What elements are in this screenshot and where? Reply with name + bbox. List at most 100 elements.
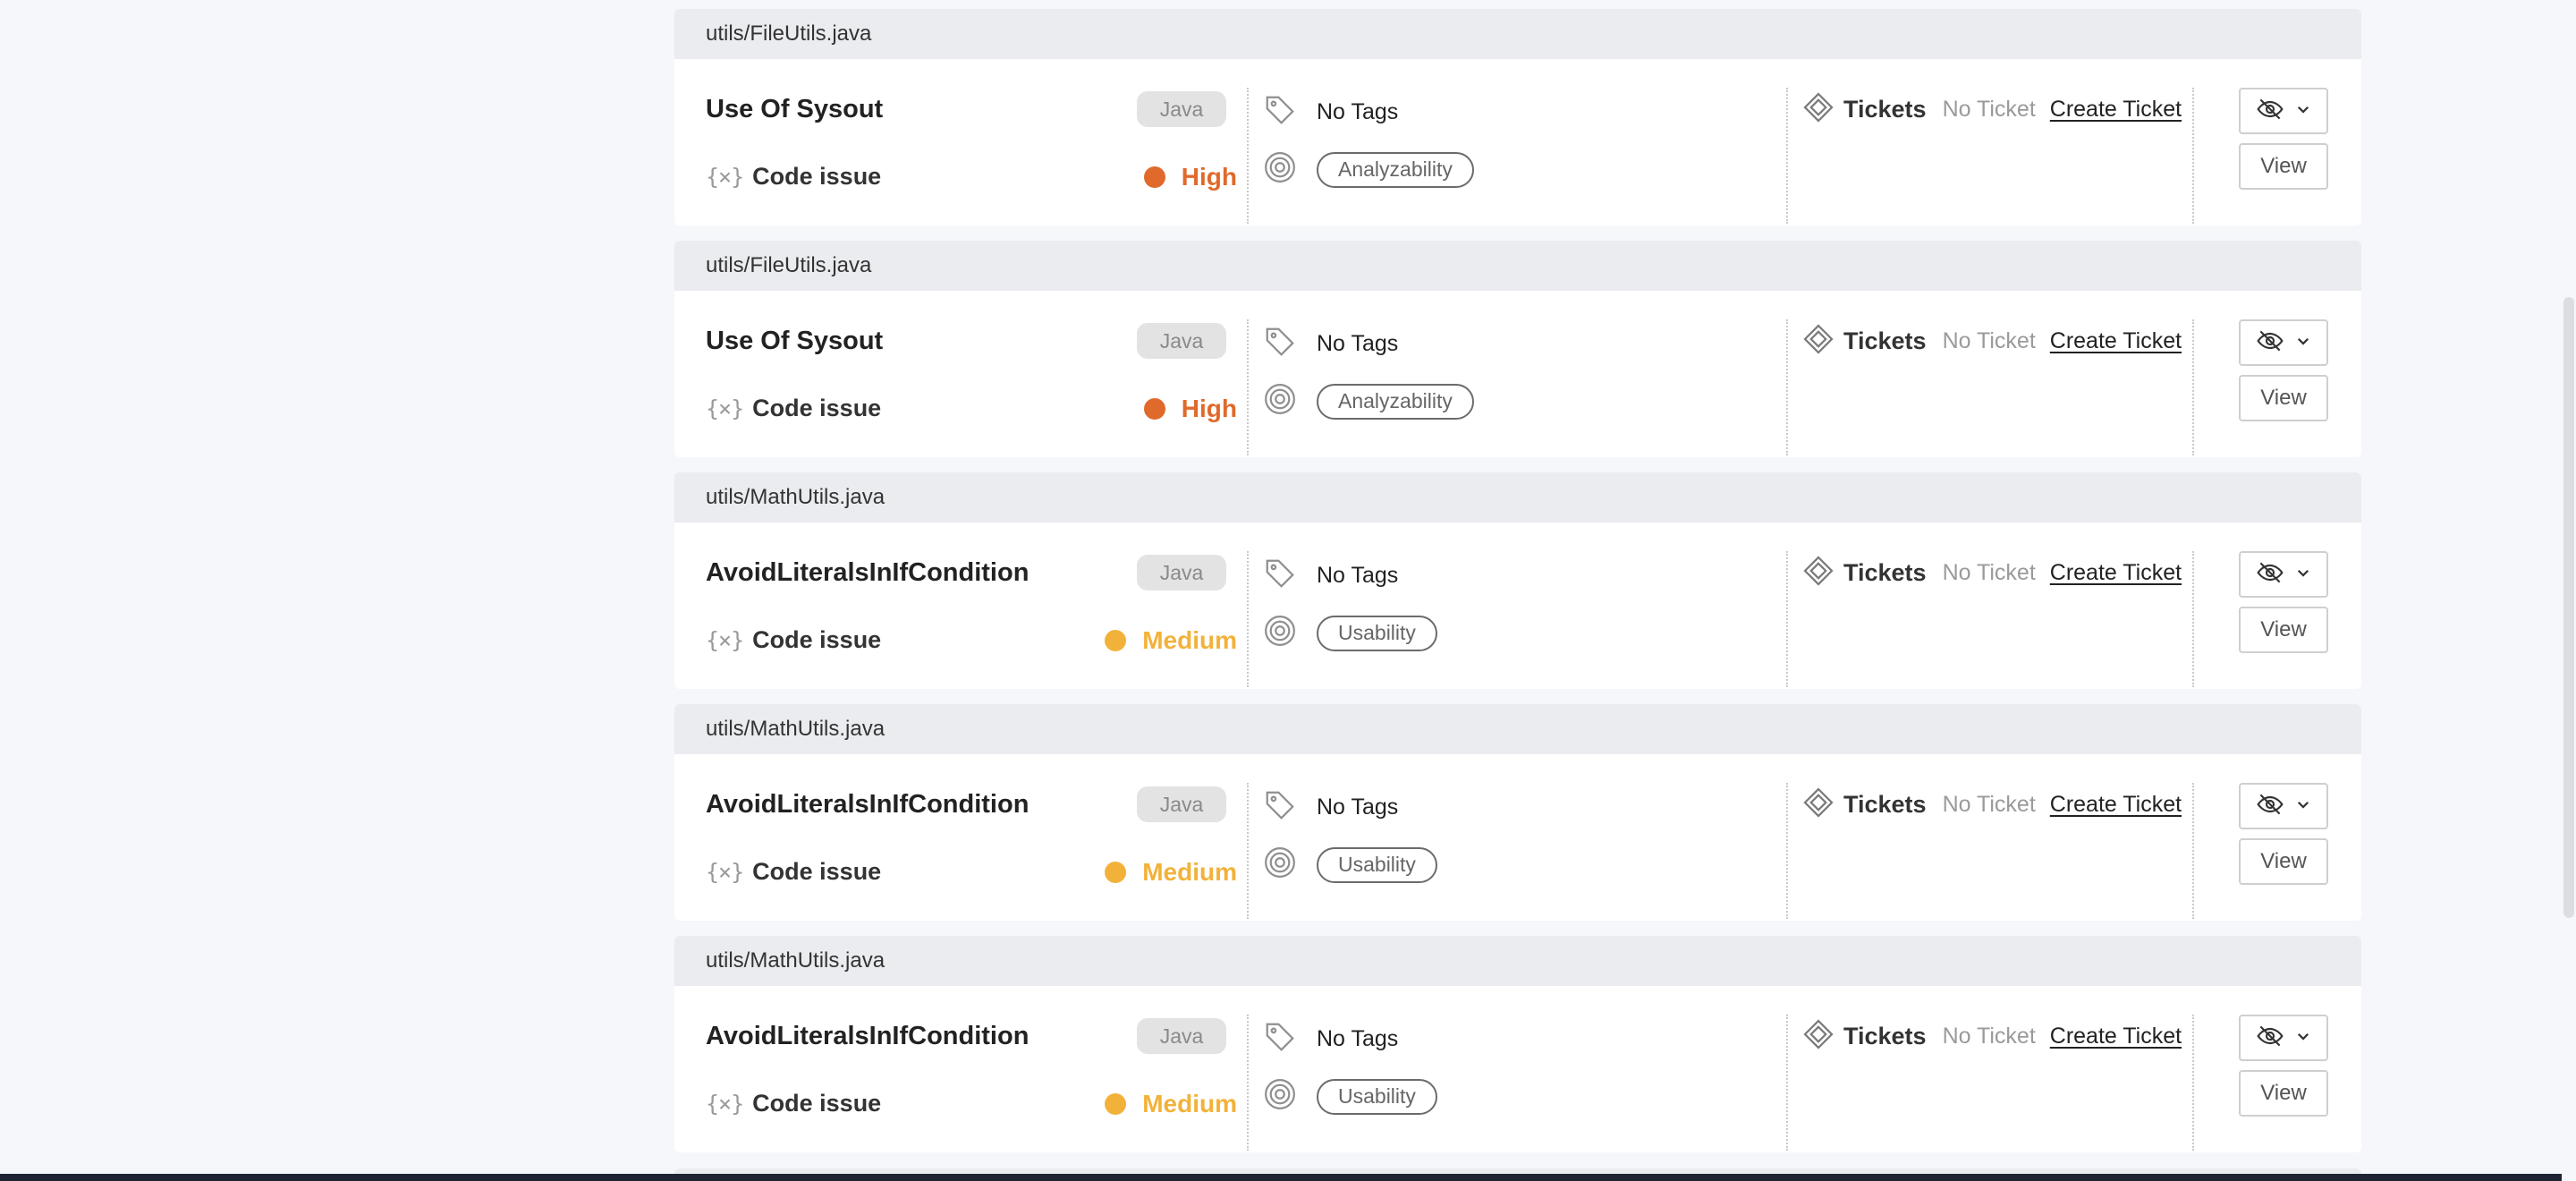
issue-type-label: Code issue — [752, 1090, 882, 1117]
create-ticket-link[interactable]: Create Ticket — [2050, 97, 2182, 123]
issue-card: AvoidLiteralsInIfCondition Java {×} Code… — [674, 523, 2361, 689]
tickets-label: Tickets — [1843, 327, 1927, 354]
chevron-down-icon — [2295, 796, 2311, 817]
tags-value: No Tags — [1317, 99, 1399, 124]
issue-type-label: Code issue — [752, 626, 882, 653]
category-row: Analyzability — [1263, 150, 1474, 189]
tickets-label: Tickets — [1843, 559, 1927, 586]
issue-summary: AvoidLiteralsInIfCondition Java {×} Code… — [706, 1015, 1242, 1151]
tags-and-category: No Tags Usability — [1247, 1015, 1785, 1151]
language-badge: Java — [1137, 555, 1226, 590]
tags-row[interactable]: No Tags — [1263, 557, 1398, 595]
ticket-icon — [1802, 786, 1835, 823]
issue-title[interactable]: Use Of Sysout — [706, 327, 883, 356]
tag-icon — [1263, 788, 1297, 827]
issue-title[interactable]: AvoidLiteralsInIfCondition — [706, 558, 1029, 588]
severity-dot-icon — [1105, 862, 1127, 883]
tag-icon — [1263, 325, 1297, 363]
tickets-row: Tickets No Ticket Create Ticket — [1802, 323, 2182, 360]
hide-issue-dropdown-button[interactable] — [2239, 1015, 2328, 1061]
create-ticket-link[interactable]: Create Ticket — [2050, 1024, 2182, 1049]
issue-summary: Use Of Sysout Java {×} Code issue High — [706, 319, 1242, 455]
issue-title[interactable]: AvoidLiteralsInIfCondition — [706, 790, 1029, 820]
tag-icon — [1263, 93, 1297, 132]
issue-actions: View — [2192, 319, 2355, 455]
severity: High — [1143, 395, 1237, 423]
severity-dot-icon — [1105, 1093, 1127, 1115]
category-pill: Usability — [1317, 1078, 1437, 1115]
view-button[interactable]: View — [2239, 1070, 2328, 1117]
ticket-status: No Ticket — [1942, 328, 2036, 353]
hide-issue-dropdown-button[interactable] — [2239, 783, 2328, 829]
tags-and-category: No Tags Analyzability — [1247, 319, 1785, 455]
chevron-down-icon — [2295, 101, 2311, 122]
severity-dot-icon — [1105, 630, 1127, 651]
target-icon — [1263, 382, 1297, 421]
tag-icon — [1263, 557, 1297, 595]
issue-title[interactable]: AvoidLiteralsInIfCondition — [706, 1022, 1029, 1051]
window-bottom-edge — [0, 1174, 2576, 1181]
issue-title[interactable]: Use Of Sysout — [706, 95, 883, 124]
code-variable-icon: {×} — [706, 1091, 744, 1117]
tags-value: No Tags — [1317, 331, 1399, 356]
issue-type: {×} Code issue — [706, 1090, 881, 1117]
issue-type-label: Code issue — [752, 858, 882, 885]
severity-label: High — [1181, 395, 1237, 422]
tags-row[interactable]: No Tags — [1263, 1020, 1398, 1058]
view-button[interactable]: View — [2239, 838, 2328, 885]
tags-row[interactable]: No Tags — [1263, 788, 1398, 827]
target-icon — [1263, 150, 1297, 189]
create-ticket-link[interactable]: Create Ticket — [2050, 560, 2182, 586]
code-variable-icon: {×} — [706, 859, 744, 885]
file-path: utils/MathUtils.java — [706, 485, 886, 509]
tags-value: No Tags — [1317, 563, 1399, 588]
issue-card: AvoidLiteralsInIfCondition Java {×} Code… — [674, 986, 2361, 1152]
severity-dot-icon — [1143, 166, 1165, 188]
issue-type: {×} Code issue — [706, 163, 881, 191]
scrollbar-thumb[interactable] — [2563, 297, 2574, 918]
category-row: Usability — [1263, 845, 1437, 884]
tags-row[interactable]: No Tags — [1263, 325, 1398, 363]
issue-block: utils/MathUtils.java AvoidLiteralsInIfCo… — [674, 704, 2361, 921]
code-variable-icon: {×} — [706, 395, 744, 421]
target-icon — [1263, 1077, 1297, 1116]
issue-card: Use Of Sysout Java {×} Code issue High N… — [674, 291, 2361, 457]
tags-and-category: No Tags Usability — [1247, 783, 1785, 919]
tags-value: No Tags — [1317, 794, 1399, 820]
view-button[interactable]: View — [2239, 143, 2328, 190]
view-button[interactable]: View — [2239, 607, 2328, 653]
hide-issue-dropdown-button[interactable] — [2239, 88, 2328, 134]
severity-label: Medium — [1142, 626, 1237, 654]
severity-label: Medium — [1142, 858, 1237, 886]
category-row: Analyzability — [1263, 382, 1474, 421]
ticket-status: No Ticket — [1942, 1024, 2036, 1049]
tickets-section: Tickets No Ticket Create Ticket — [1786, 1015, 2190, 1151]
chevron-down-icon — [2295, 1028, 2311, 1049]
view-button[interactable]: View — [2239, 375, 2328, 421]
create-ticket-link[interactable]: Create Ticket — [2050, 792, 2182, 818]
severity-label: Medium — [1142, 1090, 1237, 1117]
issue-block: utils/FileUtils.java Use Of Sysout Java … — [674, 241, 2361, 457]
issue-type: {×} Code issue — [706, 626, 881, 654]
ticket-status: No Ticket — [1942, 792, 2036, 817]
ticket-icon — [1802, 323, 1835, 360]
issue-card: Use Of Sysout Java {×} Code issue High N… — [674, 59, 2361, 225]
severity: Medium — [1105, 858, 1237, 887]
tickets-label: Tickets — [1843, 791, 1927, 818]
file-path-header: utils/FileUtils.java — [674, 241, 2361, 291]
issue-block: utils/MathUtils.java AvoidLiteralsInIfCo… — [674, 472, 2361, 689]
hide-issue-dropdown-button[interactable] — [2239, 319, 2328, 366]
file-path: utils/FileUtils.java — [706, 21, 872, 46]
issue-type: {×} Code issue — [706, 395, 881, 422]
category-pill: Usability — [1317, 846, 1437, 883]
file-path: utils/MathUtils.java — [706, 948, 886, 973]
eye-slash-icon — [2256, 327, 2284, 360]
tags-row[interactable]: No Tags — [1263, 93, 1398, 132]
issue-summary: AvoidLiteralsInIfCondition Java {×} Code… — [706, 551, 1242, 687]
issue-actions: View — [2192, 783, 2355, 919]
issue-actions: View — [2192, 551, 2355, 687]
target-icon — [1263, 845, 1297, 884]
hide-issue-dropdown-button[interactable] — [2239, 551, 2328, 598]
create-ticket-link[interactable]: Create Ticket — [2050, 328, 2182, 354]
severity-label: High — [1181, 163, 1237, 191]
